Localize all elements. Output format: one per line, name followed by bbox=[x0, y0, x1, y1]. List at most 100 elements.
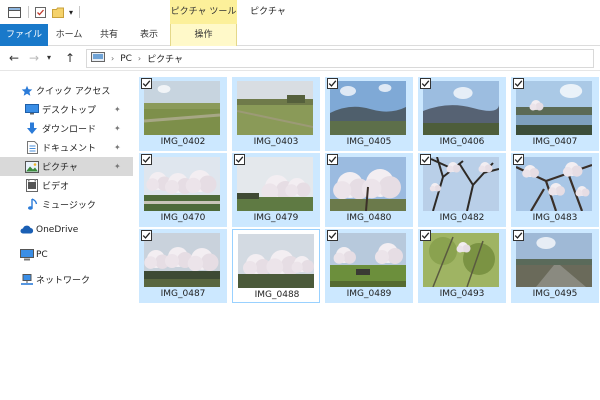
nav-item-network[interactable]: ネットワーク bbox=[0, 270, 133, 289]
nav-item-documents[interactable]: ドキュメント ✦ bbox=[0, 138, 133, 157]
file-tile[interactable]: IMG_0488 bbox=[232, 229, 320, 303]
photo-thumbnail bbox=[330, 157, 406, 211]
file-tile[interactable]: IMG_0402 bbox=[139, 77, 227, 151]
photo-thumbnail bbox=[238, 234, 314, 288]
file-tile[interactable]: IMG_0407 bbox=[511, 77, 599, 151]
file-tile[interactable]: IMG_0482 bbox=[418, 153, 506, 227]
selection-checkbox[interactable] bbox=[513, 230, 524, 241]
file-tile[interactable]: IMG_0495 bbox=[511, 229, 599, 303]
tab-file[interactable]: ファイル bbox=[0, 24, 48, 46]
nav-label-network: ネットワーク bbox=[36, 276, 91, 286]
pictures-icon bbox=[25, 160, 39, 174]
photo-thumbnail bbox=[330, 233, 406, 287]
title-bar: ▾ ピクチャ ツール ピクチャ bbox=[0, 0, 600, 24]
file-name-label: IMG_0479 bbox=[253, 213, 299, 223]
navigation-pane: クイック アクセス デスクトップ ✦ ダウンロード ✦ ドキュメント ✦ ピクチ… bbox=[0, 72, 136, 400]
back-button[interactable]: ← bbox=[6, 49, 22, 67]
address-bar[interactable]: › PC › ピクチャ bbox=[86, 49, 594, 68]
nav-label-onedrive: OneDrive bbox=[36, 224, 79, 235]
picture-tools-context-label: ピクチャ ツール bbox=[170, 7, 237, 17]
window-title: ピクチャ bbox=[250, 7, 286, 17]
selection-checkbox[interactable] bbox=[234, 154, 245, 165]
photo-thumbnail bbox=[423, 233, 499, 287]
file-name-label: IMG_0406 bbox=[439, 137, 485, 147]
photo-thumbnail bbox=[237, 157, 313, 211]
forward-button[interactable]: → bbox=[26, 49, 42, 67]
titlebar-divider bbox=[28, 6, 29, 18]
selection-checkbox[interactable] bbox=[141, 230, 152, 241]
selection-checkbox[interactable] bbox=[513, 154, 524, 165]
explorer-window-icon[interactable] bbox=[6, 0, 22, 24]
file-name-label: IMG_0495 bbox=[532, 289, 578, 299]
file-tile[interactable]: IMG_0406 bbox=[418, 77, 506, 151]
selection-checkbox[interactable] bbox=[141, 154, 152, 165]
file-name-label: IMG_0402 bbox=[160, 137, 206, 147]
file-tile[interactable]: IMG_0405 bbox=[325, 77, 413, 151]
selection-checkbox[interactable] bbox=[420, 78, 431, 89]
download-icon bbox=[25, 122, 39, 136]
file-tile[interactable]: IMG_0479 bbox=[232, 153, 320, 227]
file-tile[interactable]: IMG_0480 bbox=[325, 153, 413, 227]
file-tile[interactable]: IMG_0483 bbox=[511, 153, 599, 227]
file-tile[interactable]: IMG_0489 bbox=[325, 229, 413, 303]
nav-item-quick-access[interactable]: クイック アクセス bbox=[0, 81, 133, 100]
file-name-label: IMG_0487 bbox=[160, 289, 206, 299]
photo-thumbnail bbox=[516, 233, 592, 287]
selection-checkbox[interactable] bbox=[141, 78, 152, 89]
pin-icon[interactable]: ✦ bbox=[114, 124, 121, 133]
network-icon bbox=[20, 273, 34, 287]
nav-item-music[interactable]: ミュージック bbox=[0, 195, 133, 214]
video-icon bbox=[25, 179, 39, 193]
star-icon bbox=[20, 84, 34, 98]
breadcrumb-pc[interactable]: PC bbox=[120, 54, 132, 64]
file-tile[interactable]: IMG_0493 bbox=[418, 229, 506, 303]
file-tile[interactable]: IMG_0403 bbox=[232, 77, 320, 151]
breadcrumb-pictures[interactable]: ピクチャ bbox=[147, 52, 183, 65]
nav-label-downloads: ダウンロード bbox=[42, 125, 97, 135]
pin-icon[interactable]: ✦ bbox=[114, 105, 121, 114]
nav-item-desktop[interactable]: デスクトップ ✦ bbox=[0, 100, 133, 119]
photo-thumbnail bbox=[516, 157, 592, 211]
ribbon-tabs: ファイル ホーム 共有 表示 操作 bbox=[0, 24, 600, 46]
file-name-label: IMG_0489 bbox=[346, 289, 392, 299]
breadcrumb-separator-icon: › bbox=[137, 54, 142, 63]
address-row: ← → ▾ ↑ › PC › ピクチャ bbox=[0, 46, 600, 71]
up-button[interactable]: ↑ bbox=[62, 49, 78, 67]
properties-icon[interactable] bbox=[33, 0, 47, 24]
nav-label-quick-access: クイック アクセス bbox=[36, 87, 111, 97]
nav-item-videos[interactable]: ビデオ bbox=[0, 176, 133, 195]
file-name-label: IMG_0482 bbox=[439, 213, 485, 223]
photo-thumbnail bbox=[237, 81, 313, 135]
selection-checkbox[interactable] bbox=[513, 78, 524, 89]
pin-icon[interactable]: ✦ bbox=[114, 143, 121, 152]
selection-checkbox[interactable] bbox=[327, 154, 338, 165]
selection-checkbox[interactable] bbox=[327, 230, 338, 241]
selection-checkbox[interactable] bbox=[327, 78, 338, 89]
file-name-label: IMG_0407 bbox=[532, 137, 578, 147]
quick-access-toolbar-dropdown-icon[interactable]: ▾ bbox=[66, 0, 76, 24]
selection-checkbox[interactable] bbox=[420, 230, 431, 241]
recent-locations-dropdown[interactable]: ▾ bbox=[44, 49, 54, 67]
nav-item-onedrive[interactable]: OneDrive bbox=[0, 220, 133, 239]
selection-checkbox[interactable] bbox=[420, 154, 431, 165]
tab-home[interactable]: ホーム bbox=[48, 24, 90, 46]
nav-label-pc: PC bbox=[36, 249, 48, 260]
nav-label-pictures: ピクチャ bbox=[42, 163, 78, 173]
file-tile[interactable]: IMG_0470 bbox=[139, 153, 227, 227]
tab-manage[interactable]: 操作 bbox=[170, 24, 237, 46]
file-tile[interactable]: IMG_0487 bbox=[139, 229, 227, 303]
photo-thumbnail bbox=[423, 157, 499, 211]
file-name-label: IMG_0405 bbox=[346, 137, 392, 147]
pin-icon[interactable]: ✦ bbox=[114, 162, 121, 171]
nav-item-downloads[interactable]: ダウンロード ✦ bbox=[0, 119, 133, 138]
photo-thumbnail bbox=[516, 81, 592, 135]
nav-item-pc[interactable]: PC bbox=[0, 245, 133, 264]
tab-view[interactable]: 表示 bbox=[128, 24, 170, 46]
file-name-label: IMG_0470 bbox=[160, 213, 206, 223]
new-folder-icon[interactable] bbox=[51, 0, 65, 24]
photo-thumbnail bbox=[423, 81, 499, 135]
nav-item-pictures[interactable]: ピクチャ ✦ bbox=[0, 157, 133, 176]
tab-share[interactable]: 共有 bbox=[90, 24, 128, 46]
file-name-label: IMG_0480 bbox=[346, 213, 392, 223]
file-name-label: IMG_0493 bbox=[439, 289, 485, 299]
